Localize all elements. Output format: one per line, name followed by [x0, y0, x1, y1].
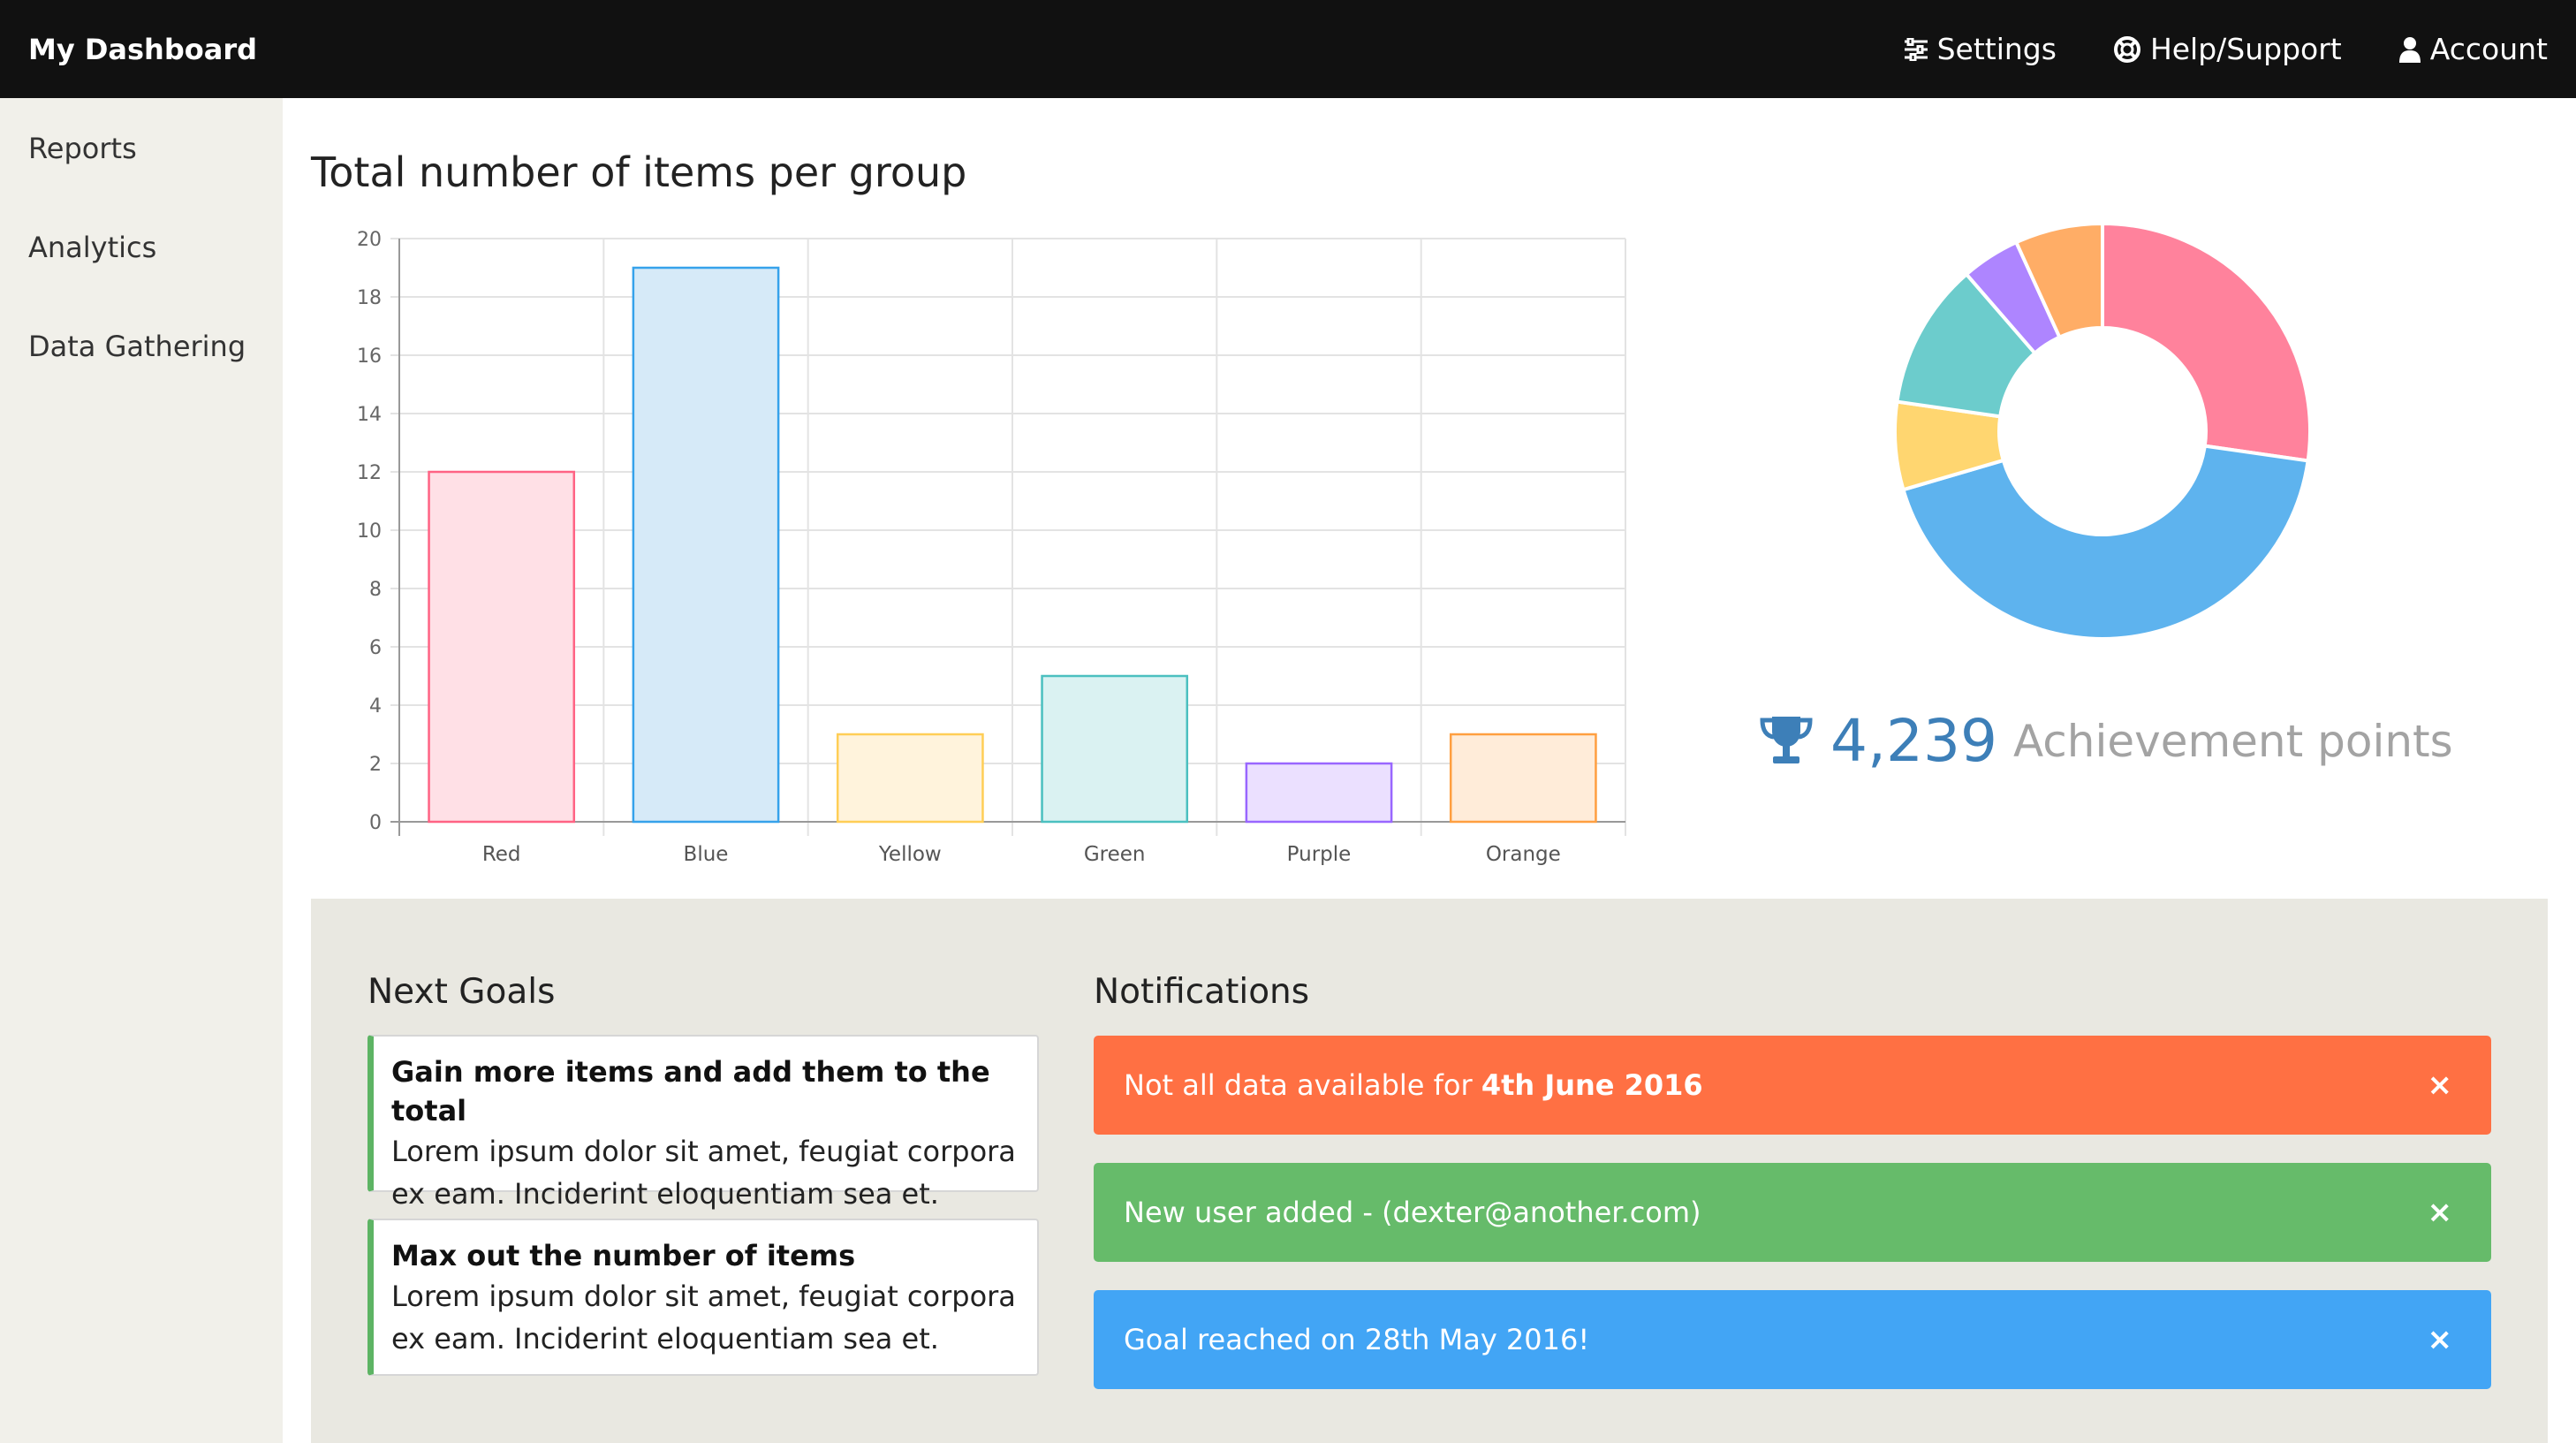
settings-link[interactable]: Settings: [1904, 32, 2057, 66]
close-icon[interactable]: ×: [2428, 1322, 2453, 1357]
bar-green[interactable]: [1041, 674, 1189, 824]
lifebuoy-icon: [2113, 35, 2141, 64]
y-tick-label: 0: [369, 812, 382, 834]
top-navbar: My Dashboard Settings Help/Support Accou…: [0, 0, 2576, 98]
notification-text: New user added - (dexter@another.com): [1124, 1196, 1701, 1229]
x-tick-label: Red: [482, 843, 521, 866]
close-icon[interactable]: ×: [2428, 1067, 2453, 1103]
trophy-icon: [1758, 713, 1815, 770]
x-tick-label: Green: [1084, 843, 1146, 866]
goal-title: Max out the number of items: [391, 1239, 856, 1272]
close-icon[interactable]: ×: [2428, 1195, 2453, 1230]
bar-orange[interactable]: [1449, 733, 1597, 824]
notification-text: Not all data available for 4th June 2016: [1124, 1068, 1703, 1102]
bar-yellow[interactable]: [836, 733, 984, 824]
user-icon: [2398, 36, 2421, 63]
next-goals-heading: Next Goals: [367, 972, 556, 1012]
sidebar: Reports Analytics Data Gathering: [0, 98, 283, 1443]
goal-card: Max out the number of items Lorem ipsum …: [367, 1219, 1039, 1376]
y-tick-label: 2: [369, 754, 382, 776]
goal-title: Gain more items and add them to the tota…: [391, 1055, 990, 1128]
bar-chart: 0 2 4 6 8 10 12 14 16 18 20 Red Blue Yellow Green Purpl…: [357, 229, 1626, 866]
bar-blue[interactable]: [632, 266, 780, 824]
y-tick-label: 10: [357, 520, 382, 543]
sliders-icon: [1904, 37, 1928, 61]
top-nav-links: Settings Help/Support Account: [1904, 32, 2548, 66]
account-link[interactable]: Account: [2398, 32, 2548, 66]
account-label: Account: [2429, 32, 2548, 66]
chart-title: Total number of items per group: [311, 148, 967, 196]
bar-purple[interactable]: [1245, 762, 1393, 824]
achievement-label: Achievement points: [2012, 715, 2453, 767]
donut-slice-red[interactable]: [2101, 221, 2312, 463]
y-tick-label: 20: [357, 229, 382, 251]
notification-warning: Not all data available for 4th June 2016…: [1094, 1036, 2491, 1135]
x-tick-label: Yellow: [878, 843, 942, 866]
y-tick-label: 16: [357, 346, 382, 368]
sidebar-item-analytics[interactable]: Analytics: [28, 231, 156, 264]
help-support-link[interactable]: Help/Support: [2113, 32, 2342, 66]
goal-card: Gain more items and add them to the tota…: [367, 1035, 1039, 1211]
x-tick-label: Blue: [684, 843, 729, 866]
sidebar-item-data-gathering[interactable]: Data Gathering: [28, 330, 246, 363]
goal-text: Lorem ipsum dolor sit amet, feugiat corp…: [391, 1280, 1016, 1356]
y-tick-label: 18: [357, 287, 382, 309]
bar-red[interactable]: [428, 470, 576, 824]
y-tick-label: 14: [357, 404, 382, 426]
donut-slice-blue[interactable]: [1901, 444, 2310, 641]
achievement-value: 4,239: [1830, 707, 1997, 775]
notifications-heading: Notifications: [1094, 972, 1310, 1012]
achievement-summary: 4,239 Achievement points: [1758, 707, 2453, 775]
x-tick-label: Purple: [1287, 843, 1352, 866]
y-tick-label: 4: [369, 695, 382, 718]
y-tick-label: 12: [357, 462, 382, 484]
app-title[interactable]: My Dashboard: [28, 33, 257, 66]
x-tick-label: Orange: [1486, 843, 1561, 866]
sidebar-item-reports[interactable]: Reports: [28, 132, 137, 165]
notification-success: New user added - (dexter@another.com) ×: [1094, 1163, 2491, 1262]
donut-chart: [1893, 221, 2312, 641]
settings-label: Settings: [1936, 32, 2057, 66]
y-tick-label: 6: [369, 637, 382, 659]
notification-text: Goal reached on 28th May 2016!: [1124, 1323, 1590, 1356]
help-support-label: Help/Support: [2149, 32, 2342, 66]
notification-info: Goal reached on 28th May 2016! ×: [1094, 1290, 2491, 1389]
y-tick-label: 8: [369, 579, 382, 601]
goal-text: Lorem ipsum dolor sit amet, feugiat corp…: [391, 1135, 1016, 1211]
